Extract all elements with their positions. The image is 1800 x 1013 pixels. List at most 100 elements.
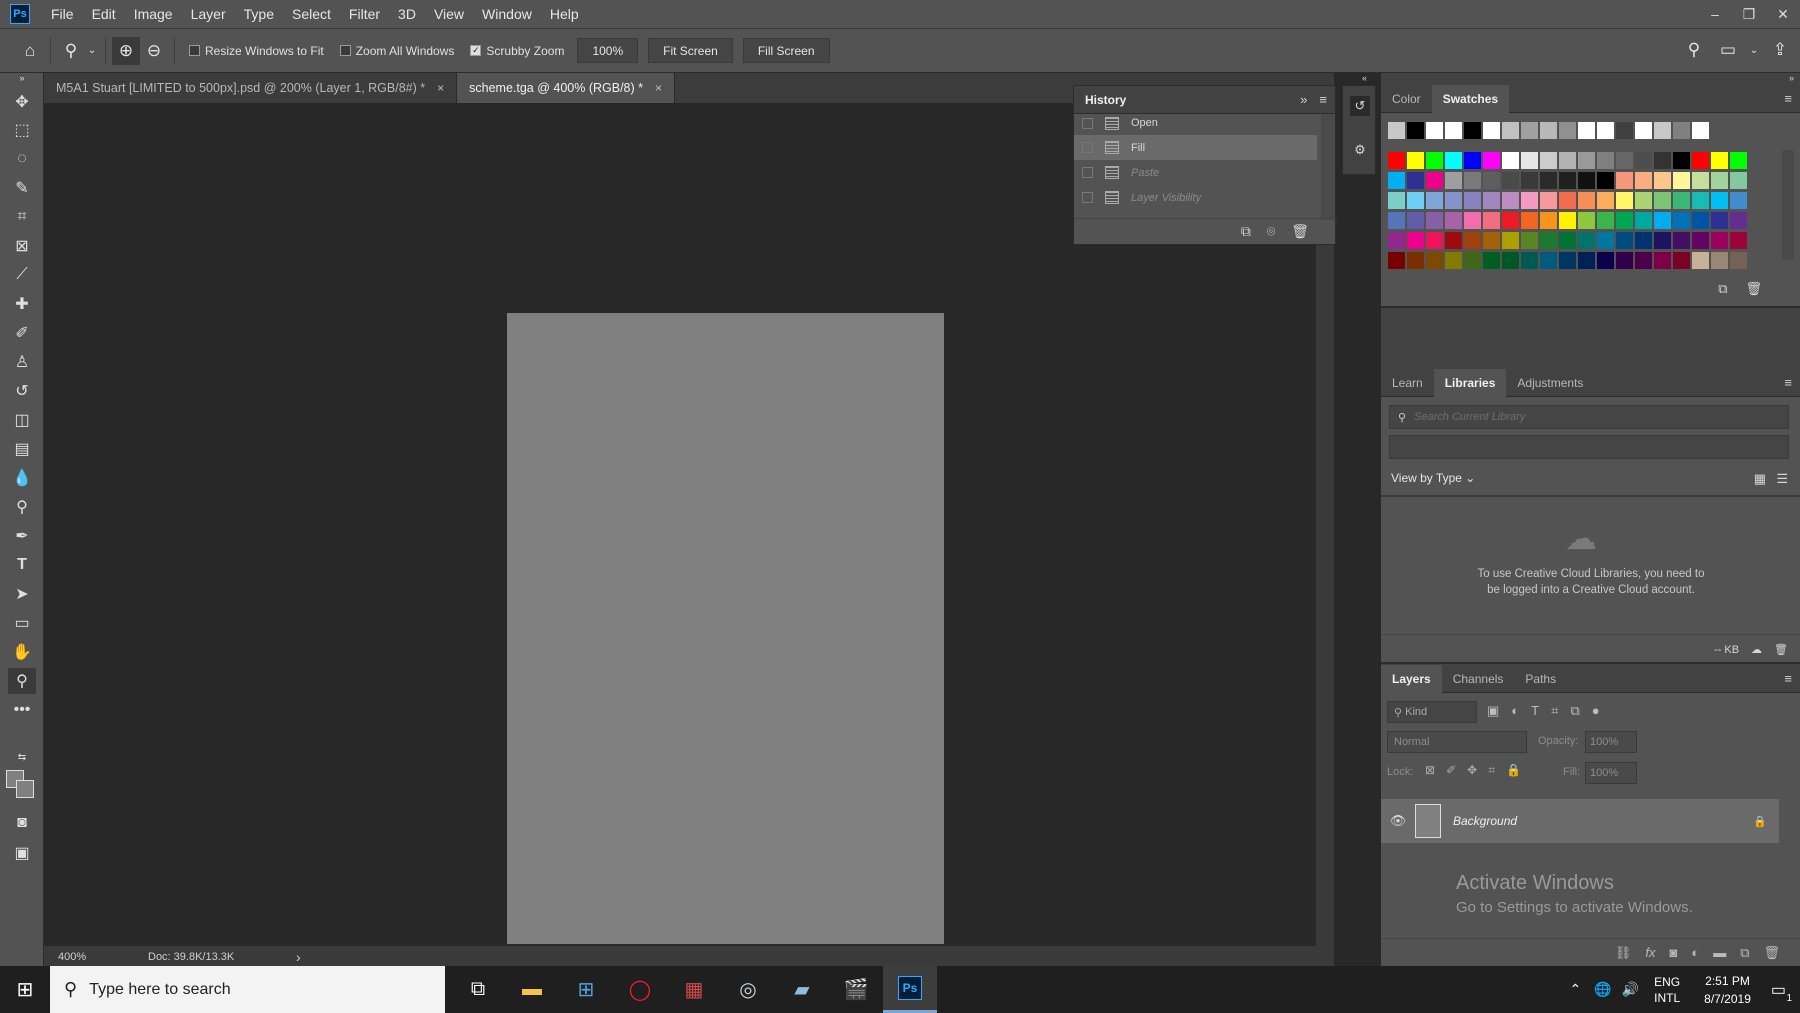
swatch[interactable]	[1388, 232, 1405, 249]
swatch[interactable]	[1502, 252, 1519, 269]
lock-transparent-icon[interactable]: ⊠	[1425, 763, 1435, 778]
swatch[interactable]	[1730, 212, 1747, 229]
rectangle-tool-icon[interactable]: ▭	[8, 610, 36, 636]
swatch[interactable]	[1502, 232, 1519, 249]
swatch[interactable]	[1540, 252, 1557, 269]
cloud-sync-icon[interactable]: ☁	[1751, 643, 1762, 656]
swatch[interactable]	[1578, 232, 1595, 249]
swatch[interactable]	[1540, 192, 1557, 209]
list-view-icon[interactable]: ☰	[1776, 471, 1788, 487]
swatch[interactable]	[1559, 232, 1576, 249]
trash-icon[interactable]: 🗑	[1291, 223, 1309, 240]
hand-tool-icon[interactable]: ✋	[8, 639, 36, 665]
swatch[interactable]	[1521, 252, 1538, 269]
swatch[interactable]	[1616, 252, 1633, 269]
shape-layer-filter-icon[interactable]: ⌗	[1551, 703, 1558, 719]
menu-select[interactable]: Select	[283, 0, 340, 28]
history-item-layer-visibility[interactable]: Layer Visibility	[1074, 185, 1335, 210]
swatch[interactable]	[1654, 252, 1671, 269]
zoom-tool-icon[interactable]: ⚲	[8, 668, 36, 694]
swatch[interactable]	[1635, 172, 1652, 189]
swatch[interactable]	[1673, 232, 1690, 249]
history-brush-tool-icon[interactable]: ↺	[8, 378, 36, 404]
swatch[interactable]	[1483, 192, 1500, 209]
panel-menu-icon[interactable]: ≡	[1319, 92, 1327, 107]
workspace-icon[interactable]: ▭	[1714, 36, 1742, 64]
swatch[interactable]	[1502, 122, 1519, 139]
library-select-dropdown[interactable]	[1389, 435, 1789, 459]
swatch[interactable]	[1616, 212, 1633, 229]
history-snapshot-checkbox[interactable]	[1082, 167, 1093, 178]
tab-layers[interactable]: Layers	[1381, 664, 1442, 693]
swatch[interactable]	[1464, 212, 1481, 229]
swatch[interactable]	[1521, 212, 1538, 229]
tab-adjustments[interactable]: Adjustments	[1506, 369, 1594, 397]
swatch[interactable]	[1692, 232, 1709, 249]
type-tool-icon[interactable]: T	[8, 552, 36, 578]
swatch[interactable]	[1654, 192, 1671, 209]
swatch[interactable]	[1711, 172, 1728, 189]
swatch[interactable]	[1502, 212, 1519, 229]
gradient-tool-icon[interactable]: ▤	[8, 436, 36, 462]
swatch[interactable]	[1540, 152, 1557, 169]
new-layer-icon[interactable]: ⧉	[1740, 945, 1749, 961]
swatch[interactable]	[1464, 192, 1481, 209]
status-arrow-icon[interactable]: ›	[296, 949, 301, 965]
pen-tool-icon[interactable]: ✒	[8, 523, 36, 549]
minimize-button[interactable]: –	[1698, 0, 1732, 28]
swatch[interactable]	[1559, 252, 1576, 269]
swatch[interactable]	[1597, 122, 1614, 139]
swatch[interactable]	[1597, 172, 1614, 189]
share-icon[interactable]: ⇪	[1766, 36, 1794, 64]
swatch[interactable]	[1711, 212, 1728, 229]
layer-name[interactable]: Background	[1453, 814, 1517, 828]
swatches-scrollbar[interactable]	[1782, 150, 1794, 260]
type-layer-filter-icon[interactable]: T	[1531, 703, 1539, 719]
swatch[interactable]	[1692, 212, 1709, 229]
home-icon[interactable]: ⌂	[16, 37, 44, 65]
swatch[interactable]	[1730, 252, 1747, 269]
swatch[interactable]	[1445, 192, 1462, 209]
swatch[interactable]	[1388, 152, 1405, 169]
swatch[interactable]	[1578, 172, 1595, 189]
swatch[interactable]	[1616, 192, 1633, 209]
lasso-tool-icon[interactable]: ◌	[8, 146, 36, 172]
swatch[interactable]	[1597, 232, 1614, 249]
opera-icon[interactable]: ◯	[613, 966, 667, 1013]
quick-mask-icon[interactable]: ◙	[8, 810, 36, 836]
tab-paths[interactable]: Paths	[1514, 665, 1567, 693]
lock-position-icon[interactable]: ✥	[1467, 763, 1477, 778]
swap-colors-icon[interactable]: ⇆	[8, 750, 36, 764]
swatch[interactable]	[1692, 192, 1709, 209]
swatch[interactable]	[1388, 212, 1405, 229]
grid-view-icon[interactable]: ▦	[1754, 471, 1766, 487]
swatch[interactable]	[1426, 152, 1443, 169]
smart-object-filter-icon[interactable]: ⧉	[1570, 703, 1579, 719]
menu-image[interactable]: Image	[125, 0, 182, 28]
new-swatch-icon[interactable]: ⧉	[1718, 281, 1727, 297]
swatch[interactable]	[1673, 152, 1690, 169]
swatch[interactable]	[1540, 212, 1557, 229]
swatch[interactable]	[1540, 172, 1557, 189]
swatch[interactable]	[1388, 252, 1405, 269]
history-item-open[interactable]: Open	[1074, 111, 1335, 135]
blur-tool-icon[interactable]: 💧	[8, 465, 36, 491]
swatch[interactable]	[1673, 212, 1690, 229]
swatch[interactable]	[1445, 212, 1462, 229]
collapse-icon[interactable]: »	[8, 71, 36, 85]
swatch[interactable]	[1616, 152, 1633, 169]
photoshop-taskbar-icon[interactable]: Ps	[883, 966, 937, 1013]
eye-icon[interactable]: 👁	[1381, 813, 1415, 829]
tab-swatches[interactable]: Swatches	[1431, 84, 1510, 113]
expand-icon[interactable]: »	[1789, 73, 1794, 83]
swatch[interactable]	[1502, 172, 1519, 189]
swatch[interactable]	[1673, 172, 1690, 189]
swatch[interactable]	[1635, 122, 1652, 139]
fx-icon[interactable]: fx	[1645, 945, 1655, 960]
swatch[interactable]	[1407, 232, 1424, 249]
swatch[interactable]	[1616, 172, 1633, 189]
language-indicator[interactable]: ENG INTL	[1654, 974, 1680, 1006]
video-editor-icon[interactable]: 🎬	[829, 966, 883, 1013]
swatch[interactable]	[1692, 252, 1709, 269]
opacity-input[interactable]: 100%	[1585, 731, 1637, 753]
